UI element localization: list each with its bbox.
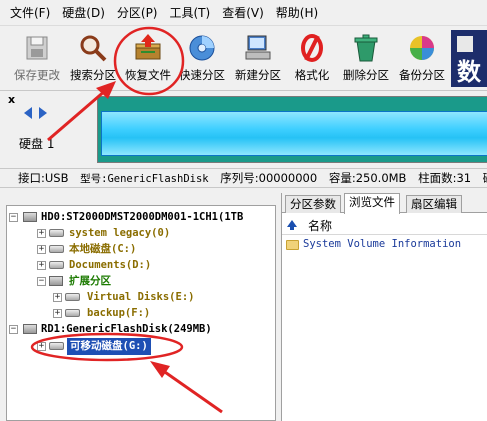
flash-disk-icon [23,324,37,334]
partition-icon [49,229,64,237]
expand-icon[interactable]: + [37,229,46,238]
magnifier-icon [80,35,107,62]
delete-partition-button[interactable]: 删除分区 [342,27,390,89]
expand-icon[interactable]: + [37,342,46,351]
backup-partition-button[interactable]: 备份分区 [398,27,446,89]
partition-bar[interactable] [97,96,487,163]
heads-info: 磁头 [483,171,487,185]
recover-files-button[interactable]: 恢复文件 [124,27,172,89]
menu-tools[interactable]: 工具(T) [164,0,217,26]
partition-icon [65,309,80,317]
menu-bar: 文件(F) 硬盘(D) 分区(P) 工具(T) 查看(V) 帮助(H) [0,0,487,26]
partition-icon [49,245,64,253]
pie-backup-icon [410,36,434,60]
disk-label: 硬盘 1 [19,137,55,151]
hard-disk-icon [23,212,37,222]
extended-partition-icon [49,276,63,286]
menu-partition[interactable]: 分区(P) [111,0,164,26]
column-name[interactable]: 名称 [308,217,332,234]
expand-icon[interactable]: + [53,293,62,302]
tab-sector-edit[interactable]: 扇区编辑 [406,195,462,213]
save-changes-button[interactable]: 保存更改 [14,27,60,89]
new-partition-button[interactable]: 新建分区 [234,27,282,89]
format-button[interactable]: 格式化 [289,27,335,89]
up-folder-icon-stem [290,226,294,230]
menu-help[interactable]: 帮助(H) [270,0,324,26]
collapse-icon[interactable]: − [9,213,18,222]
expand-icon[interactable]: + [37,245,46,254]
format-icon [301,34,323,62]
brand-logo: 数 [451,30,487,87]
folder-icon [286,240,299,250]
save-icon [26,36,48,60]
serial-info: 序列号:00000000 [220,171,318,185]
toolbar: 保存更改 搜索分区 恢复文件 快速分区 新建分区 格式化 删除分区 备份分区 [0,27,487,91]
prev-disk-icon[interactable] [24,107,32,119]
partition-icon [65,293,80,301]
model-info: 型号:GenericFlashDisk [80,173,209,185]
computer-icon [245,35,271,60]
menu-file[interactable]: 文件(F) [4,0,56,26]
search-partition-button[interactable]: 搜索分区 [70,27,116,89]
expand-icon[interactable]: + [53,309,62,318]
logo-char: 数 [457,58,481,86]
menu-view[interactable]: 查看(V) [216,0,270,26]
tab-strip: 分区参数 浏览文件 扇区编辑 [282,193,487,214]
partition-icon [49,261,64,269]
right-panel: 分区参数 浏览文件 扇区编辑 名称 System Volume Informat… [281,193,487,421]
file-name: System Volume Information [303,238,462,250]
file-list-header: 名称 [282,215,487,235]
logo-square [457,36,473,52]
menu-disk[interactable]: 硬盘(D) [56,0,111,26]
disk-info-row: 接口:USB 型号:GenericFlashDisk 序列号:00000000 … [0,168,487,188]
recover-box-icon [135,34,161,60]
close-icon[interactable]: x [8,93,15,106]
quick-partition-button[interactable]: 快速分区 [178,27,226,89]
collapse-icon[interactable]: − [9,325,18,334]
tab-browse-files[interactable]: 浏览文件 [344,193,400,214]
cylinders-info: 柱面数:31 [418,171,472,185]
disk-tree: − HD0:ST2000DMST2000DM001-1CH1(1TB + sys… [6,205,276,421]
disc-icon [189,35,215,61]
partition-bar-fill [101,111,487,156]
selected-partition-label: 可移动磁盘(G:) [67,338,151,355]
trash-icon [354,34,378,62]
expand-icon[interactable]: + [37,261,46,270]
collapse-icon[interactable]: − [37,277,46,286]
partition-icon [49,342,64,350]
next-disk-icon[interactable] [39,107,47,119]
interface-info: 接口:USB [18,171,69,185]
tab-partition-params[interactable]: 分区参数 [285,195,341,213]
capacity-info: 容量:250.0MB [328,171,407,185]
